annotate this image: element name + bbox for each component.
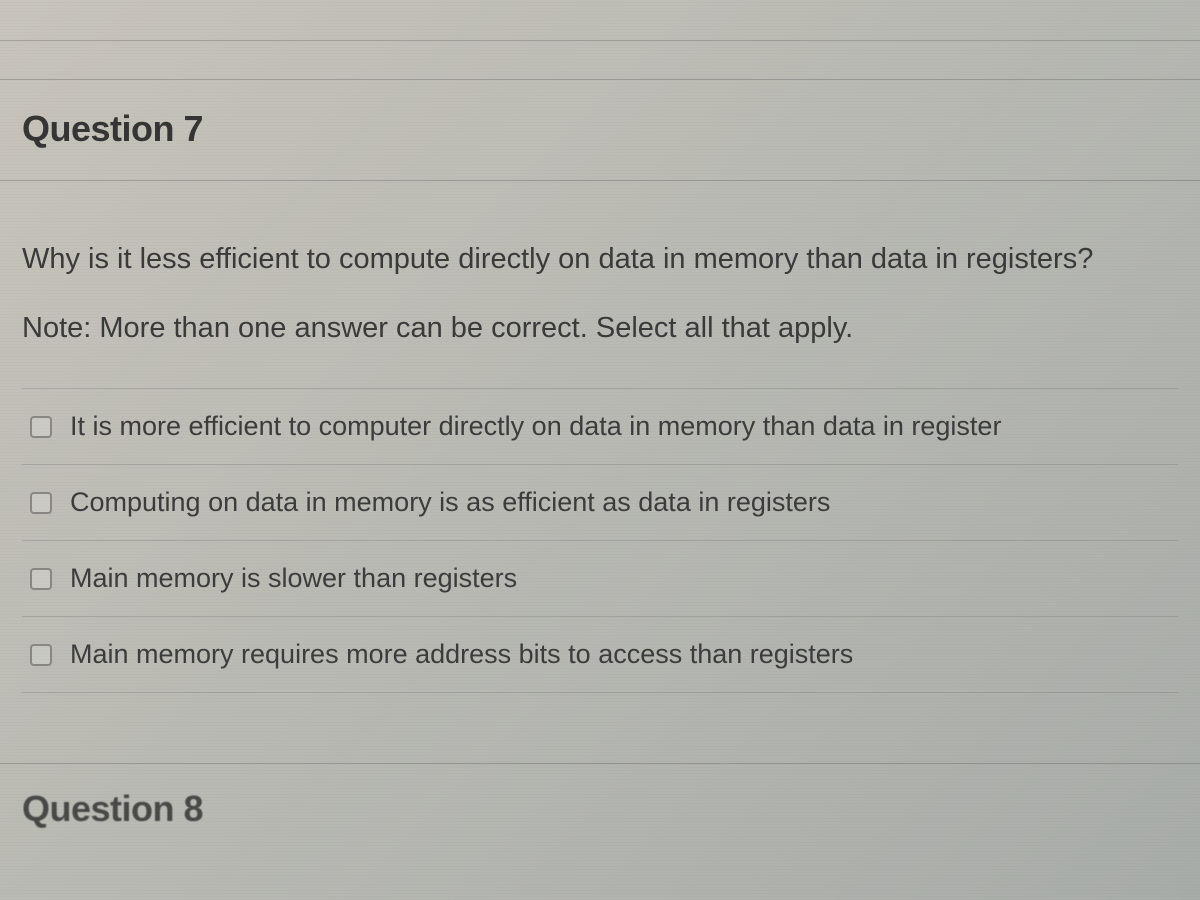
option-label: Computing on data in memory is as effici… [70,487,830,518]
option-row[interactable]: Main memory is slower than registers [22,540,1178,616]
checkbox-icon[interactable] [30,644,52,666]
options-list: It is more efficient to computer directl… [0,388,1200,693]
question-prompt: Why is it less efficient to compute dire… [22,239,1178,280]
option-label: It is more efficient to computer directl… [70,411,1001,442]
next-question-header: Question 8 [0,763,1200,830]
option-row[interactable]: Computing on data in memory is as effici… [22,464,1178,540]
option-row[interactable]: Main memory requires more address bits t… [22,616,1178,693]
next-question-title: Question 8 [22,788,1178,830]
question-header: Question 7 [0,79,1200,181]
question-title: Question 7 [22,108,1178,150]
option-label: Main memory requires more address bits t… [70,639,853,670]
checkbox-icon[interactable] [30,492,52,514]
option-row[interactable]: It is more efficient to computer directl… [22,388,1178,464]
quiz-container: Question 7 Why is it less efficient to c… [0,0,1200,900]
question-note: Note: More than one answer can be correc… [22,308,1178,349]
question-body: Why is it less efficient to compute dire… [0,181,1200,388]
option-label: Main memory is slower than registers [70,563,517,594]
checkbox-icon[interactable] [30,416,52,438]
checkbox-icon[interactable] [30,568,52,590]
